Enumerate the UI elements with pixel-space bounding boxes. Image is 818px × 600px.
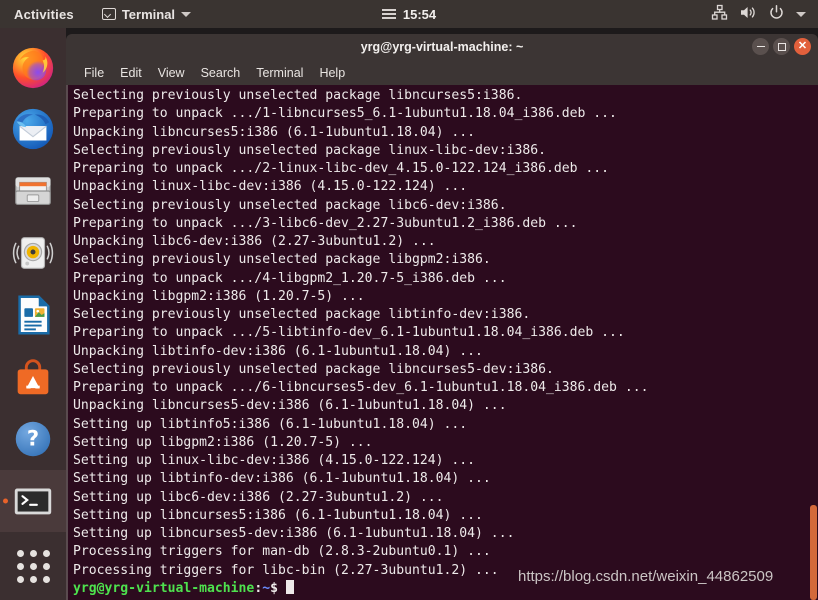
terminal-line: Selecting previously unselected package …: [73, 307, 531, 322]
terminal-line: Preparing to unpack .../4-libgpm2_1.20.7…: [73, 270, 507, 286]
ubuntu-dock: ?: [0, 28, 66, 600]
dock-item-files[interactable]: [0, 160, 66, 222]
terminal-line: Processing triggers for man-db (2.8.3-2u…: [73, 544, 491, 560]
terminal-line: Selecting previously unselected package …: [73, 142, 546, 158]
terminal-cursor: [285, 579, 294, 594]
ubuntu-software-icon: [17, 359, 49, 395]
terminal-line: Unpacking linux-libc-dev:i386 (4.15.0-12…: [73, 179, 468, 195]
terminal-line: Setting up libgpm2:i386 (1.20.7-5) ...: [73, 434, 373, 450]
terminal-line: Preparing to unpack .../5-libtinfo-dev_6…: [73, 325, 625, 341]
chevron-down-icon[interactable]: [796, 11, 806, 17]
dock-item-libreoffice-writer[interactable]: [0, 284, 66, 346]
window-title: yrg@yrg-virtual-machine: ~: [360, 40, 524, 54]
files-icon: [15, 177, 51, 205]
dock-item-rhythmbox[interactable]: [0, 222, 66, 284]
close-button[interactable]: ✕: [794, 38, 811, 55]
libreoffice-writer-icon: [18, 295, 50, 335]
window-controls: ✕: [752, 38, 811, 55]
terminal-line: Setting up libtinfo5:i386 (6.1-1ubuntu1.…: [73, 416, 468, 432]
menu-item-terminal[interactable]: Terminal: [248, 64, 311, 82]
desktop-screen: Activities Terminal 15:54 ? yrg@yrg-virt…: [0, 0, 818, 600]
terminal-line: Unpacking libncurses5:i386 (6.1-1ubuntu1…: [73, 124, 476, 140]
grid-icon: [16, 549, 50, 583]
dock-item-help[interactable]: ?: [0, 408, 66, 470]
terminal-line: Preparing to unpack .../3-libc6-dev_2.27…: [73, 215, 578, 231]
dock-item-ubuntu-software[interactable]: [0, 346, 66, 408]
terminal-line: Setting up libncurses5:i386 (6.1-1ubuntu…: [73, 507, 483, 523]
terminal-text: Selecting previously unselected package …: [73, 87, 818, 598]
watermark-text: https://blog.csdn.net/weixin_44862509: [518, 568, 774, 585]
terminal-line: Unpacking libc6-dev:i386 (2.27-3ubuntu1.…: [73, 234, 436, 249]
app-menu-label: Terminal: [121, 6, 176, 22]
terminal-line: Selecting previously unselected package …: [73, 361, 554, 377]
dock-item-firefox[interactable]: [0, 36, 66, 98]
show-applications-button[interactable]: [0, 540, 66, 592]
terminal-line: Unpacking libtinfo-dev:i386 (6.1-1ubuntu…: [73, 343, 483, 359]
activities-button[interactable]: Activities: [14, 7, 74, 22]
terminal-line: Setting up linux-libc-dev:i386 (4.15.0-1…: [73, 453, 476, 468]
hamburger-icon: [381, 8, 396, 20]
chevron-down-icon: [181, 11, 192, 17]
menu-item-help[interactable]: Help: [311, 64, 353, 82]
volume-icon[interactable]: [739, 4, 757, 24]
terminal-line: Setting up libncurses5-dev:i386 (6.1-1ub…: [73, 526, 515, 541]
terminal-output-area[interactable]: Selecting previously unselected package …: [66, 85, 818, 600]
terminal-icon: [101, 8, 116, 20]
network-icon[interactable]: [711, 4, 728, 24]
terminal-window: yrg@yrg-virtual-machine: ~ ✕ File Edit V…: [66, 34, 818, 600]
terminal-line: Setting up libc6-dev:i386 (2.27-3ubuntu1…: [73, 489, 444, 505]
terminal-menubar: File Edit View Search Terminal Help: [66, 60, 818, 85]
terminal-scrollbar[interactable]: [809, 85, 818, 600]
terminal-line: Setting up libtinfo-dev:i386 (6.1-1ubunt…: [73, 471, 491, 487]
prompt-user-host: yrg@yrg-virtual-machine: [73, 580, 255, 596]
firefox-icon: [12, 47, 54, 89]
help-icon: ?: [15, 421, 51, 457]
svg-text:?: ?: [27, 426, 39, 451]
terminal-line: Selecting previously unselected package …: [73, 88, 523, 103]
menu-item-view[interactable]: View: [150, 64, 193, 82]
power-icon[interactable]: [768, 4, 785, 24]
menu-item-file[interactable]: File: [76, 64, 112, 82]
terminal-line: Selecting previously unselected package …: [73, 252, 491, 268]
terminal-line: Selecting previously unselected package …: [73, 197, 507, 213]
menu-item-edit[interactable]: Edit: [112, 64, 150, 82]
gnome-top-bar: Activities Terminal 15:54: [0, 0, 818, 28]
terminal-line: Preparing to unpack .../6-libncurses5-de…: [73, 380, 649, 395]
rhythmbox-icon: [12, 237, 54, 269]
terminal-icon: [14, 488, 52, 515]
scrollbar-thumb[interactable]: [810, 505, 817, 600]
dock-item-thunderbird[interactable]: [0, 98, 66, 160]
prompt-sigil: $: [270, 580, 286, 596]
window-titlebar[interactable]: yrg@yrg-virtual-machine: ~ ✕: [66, 34, 818, 60]
terminal-line: Preparing to unpack .../2-linux-libc-dev…: [73, 161, 610, 176]
minimize-button[interactable]: [752, 38, 769, 55]
thunderbird-icon: [12, 108, 54, 150]
maximize-button[interactable]: [773, 38, 790, 55]
terminal-line: Preparing to unpack .../1-libncurses5_6.…: [73, 106, 617, 122]
terminal-line: Unpacking libgpm2:i386 (1.20.7-5) ...: [73, 288, 365, 304]
system-status-area[interactable]: [711, 4, 806, 24]
prompt-path: ~: [262, 580, 271, 596]
terminal-line: Unpacking libncurses5-dev:i386 (6.1-1ubu…: [73, 398, 507, 414]
app-menu-button[interactable]: Terminal: [101, 6, 192, 22]
dock-item-terminal[interactable]: [0, 470, 66, 532]
menu-item-search[interactable]: Search: [193, 64, 249, 82]
clock-label: 15:54: [402, 6, 437, 22]
